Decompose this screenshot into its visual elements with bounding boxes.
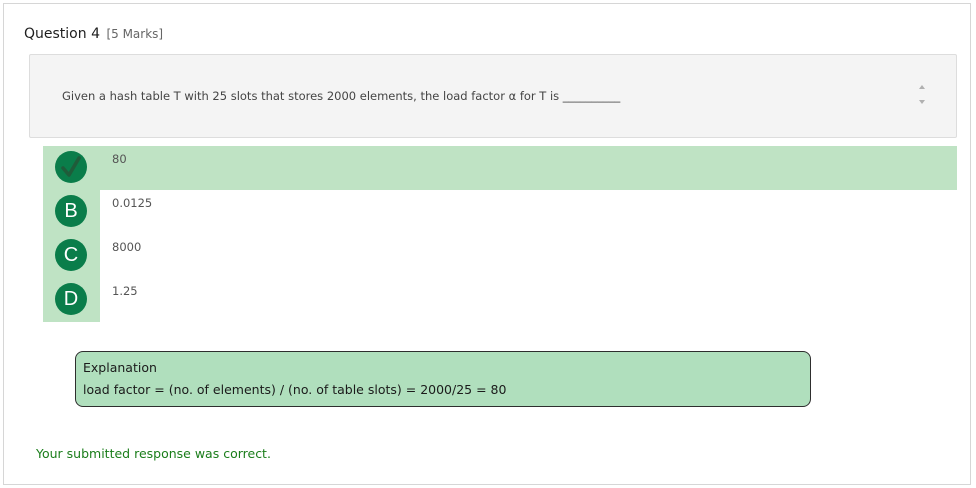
answer-b-badge[interactable]: B — [55, 195, 87, 227]
answer-a-text: 80 — [112, 152, 127, 166]
answer-d-badge[interactable]: D — [55, 283, 87, 315]
question-header: Question 4 [5 Marks] — [24, 26, 163, 42]
question-text: Given a hash table T with 25 slots that … — [62, 89, 621, 103]
question-marks: [5 Marks] — [106, 27, 164, 41]
answer-options: 80 B 0.0125 C 8000 D 1.25 — [43, 146, 957, 322]
answer-option-c[interactable]: C 8000 — [43, 234, 957, 278]
question-title: Question 4 — [24, 26, 100, 42]
explanation-body: load factor = (no. of elements) / (no. o… — [83, 382, 507, 397]
answer-d-text: 1.25 — [112, 284, 138, 298]
answer-option-d[interactable]: D 1.25 — [43, 278, 957, 322]
explanation-box: Explanation load factor = (no. of elemen… — [75, 351, 811, 407]
answer-b-text: 0.0125 — [112, 196, 153, 210]
answer-c-text: 8000 — [112, 240, 142, 254]
answer-c-badge[interactable]: C — [55, 239, 87, 271]
check-icon — [61, 156, 81, 177]
answer-a-badge[interactable] — [55, 151, 87, 183]
question-text-box[interactable]: Given a hash table T with 25 slots that … — [29, 54, 957, 138]
scroll-down-arrow-icon[interactable] — [919, 100, 925, 104]
explanation-title: Explanation — [83, 360, 157, 375]
scroll-spinner[interactable] — [918, 82, 928, 108]
answer-option-a[interactable]: 80 — [43, 146, 957, 190]
answer-option-b[interactable]: B 0.0125 — [43, 190, 957, 234]
scroll-up-arrow-icon[interactable] — [919, 85, 925, 89]
response-feedback: Your submitted response was correct. — [36, 446, 271, 461]
